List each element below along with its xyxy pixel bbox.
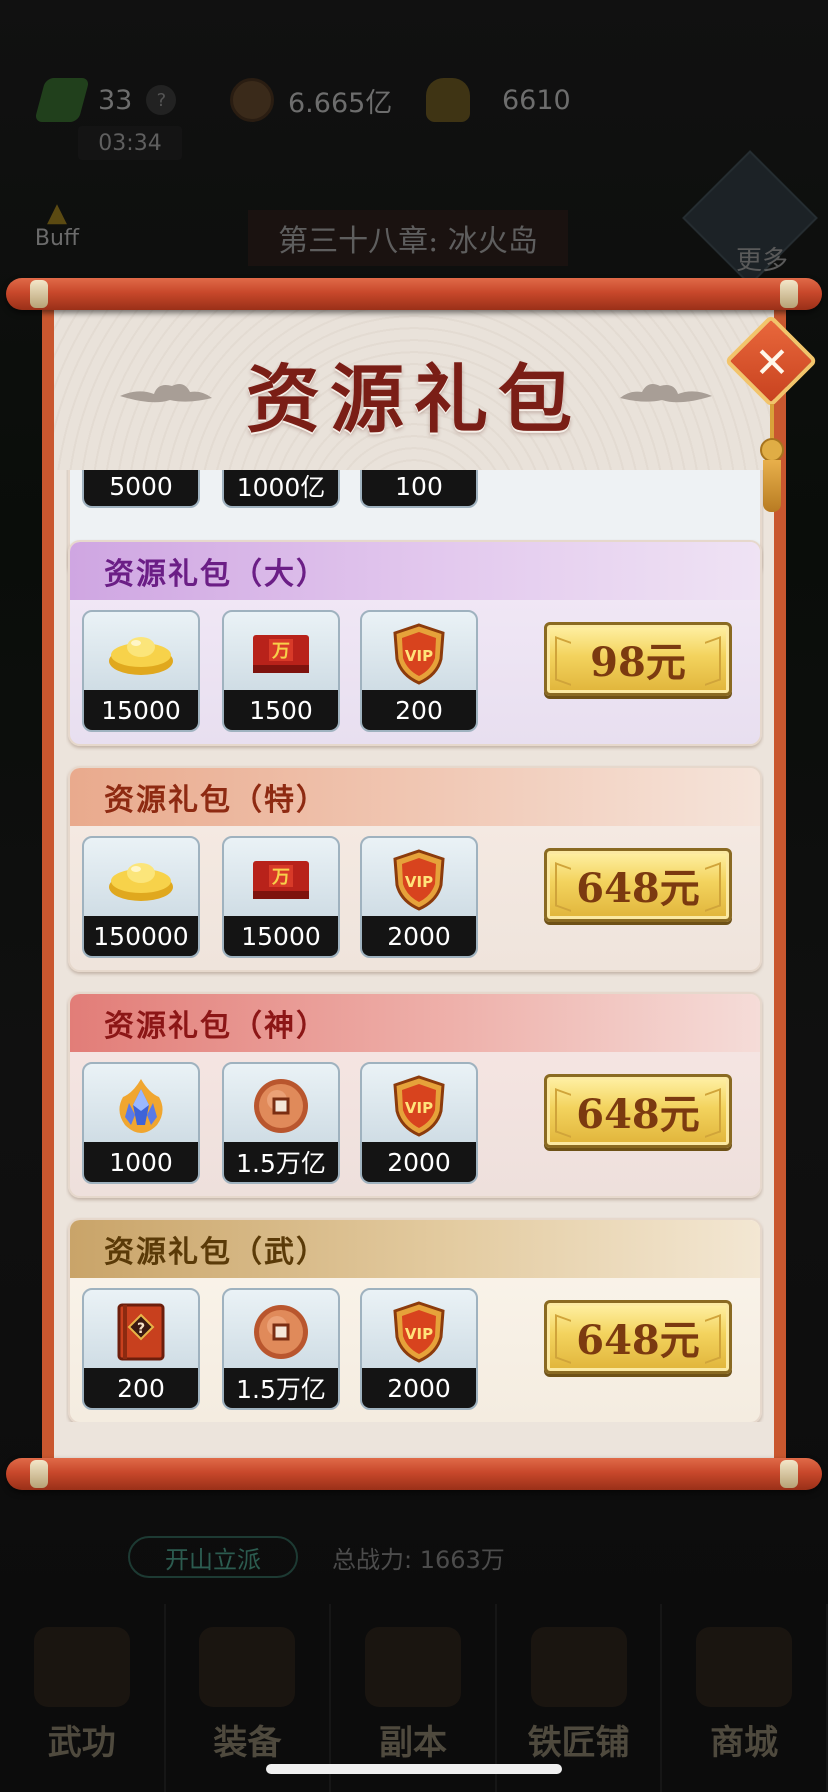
red-token-box-icon: 万 <box>224 616 338 692</box>
reward-slot[interactable]: 1000 <box>82 1062 200 1184</box>
price-label: 648元 <box>576 1317 700 1364</box>
pack-card-large: 资源礼包（大） 15000 万 1500 VIP 200 98元 <box>68 540 762 746</box>
pack-card-martial: 资源礼包（武） ? 200 1.5万亿 VIP 2000 648元 <box>68 1218 762 1422</box>
ingot-value: 6610 <box>502 84 571 116</box>
vip-text: VIP <box>405 873 433 891</box>
sect-button: 开山立派 <box>128 1536 298 1578</box>
nav-martial-arts: 武功 <box>0 1604 166 1792</box>
reward-slot[interactable]: 150000 <box>82 836 200 958</box>
chapter-title: 第三十八章: 冰火岛 <box>248 210 568 266</box>
power-bar: 开山立派 总战力: 1663万 <box>128 1536 505 1578</box>
reward-slot[interactable]: 15000 <box>82 610 200 732</box>
vip-badge-icon: VIP <box>362 842 476 918</box>
more-label: 更多 <box>735 246 788 276</box>
stamina-resource: 33 ? <box>34 78 177 122</box>
token-char: 万 <box>271 641 290 662</box>
help-icon: ? <box>146 85 177 115</box>
vip-badge-icon: VIP <box>362 1068 476 1144</box>
reward-slot[interactable]: VIP 2000 <box>360 1288 478 1410</box>
stamina-value: 33 <box>98 84 133 116</box>
reward-slot[interactable]: ? 200 <box>82 1288 200 1410</box>
reward-slot[interactable]: 100 <box>360 470 478 508</box>
price-label: 648元 <box>576 865 700 912</box>
reward-slot[interactable]: 1000亿 <box>222 470 340 508</box>
buy-button[interactable]: 648元 <box>544 1074 732 1148</box>
tassel-icon <box>763 460 781 512</box>
buy-button[interactable]: 98元 <box>544 622 732 696</box>
reward-count: 100 <box>362 470 476 506</box>
scroll-rod-bottom <box>6 1458 822 1490</box>
reward-count: 15000 <box>224 916 338 956</box>
nav-shop: 商城 <box>662 1604 828 1792</box>
token-char: 万 <box>271 867 290 888</box>
reward-slot[interactable]: 1.5万亿 <box>222 1288 340 1410</box>
reward-count: 1000 <box>84 1142 198 1182</box>
pack-list[interactable]: 5000 1000亿 100 资源礼包（大） 15000 万 1500 VIP … <box>66 470 764 1422</box>
vip-badge-icon: VIP <box>362 616 476 692</box>
reward-slot[interactable]: VIP 2000 <box>360 1062 478 1184</box>
copper-coin-icon <box>224 1068 338 1144</box>
home-indicator[interactable] <box>266 1764 562 1774</box>
reward-count: 200 <box>84 1368 198 1408</box>
crossed-swords-icon <box>364 1627 461 1707</box>
vip-text: VIP <box>405 647 433 665</box>
reward-count: 1.5万亿 <box>224 1368 338 1408</box>
reward-count: 1500 <box>224 690 338 730</box>
reward-count: 5000 <box>84 470 198 506</box>
shop-icon <box>696 1627 793 1707</box>
reward-slot[interactable]: 万 15000 <box>222 836 340 958</box>
reward-slot[interactable]: 1.5万亿 <box>222 1062 340 1184</box>
reward-count: 2000 <box>362 1368 476 1408</box>
total-power: 总战力: 1663万 <box>332 1545 505 1574</box>
tassel-knot <box>760 438 784 462</box>
reward-count: 1.5万亿 <box>224 1142 338 1182</box>
close-x-icon[interactable]: ✕ <box>744 334 800 390</box>
pack-card-divine: 资源礼包（神） 1000 1.5万亿 VIP 2000 648元 <box>68 992 762 1198</box>
pack-name: 资源礼包（大） <box>70 542 760 600</box>
ingot-icon <box>426 78 470 122</box>
crystal-flame-icon <box>84 1068 198 1144</box>
reward-slot[interactable]: 5000 <box>82 470 200 508</box>
vip-text: VIP <box>405 1325 433 1343</box>
coin-icon <box>230 78 274 122</box>
reward-count: 150000 <box>84 916 198 956</box>
reward-count: 1000亿 <box>224 470 338 506</box>
mystery-book-icon: ? <box>84 1294 198 1370</box>
pack-card-special: 资源礼包（特） 150000 万 15000 VIP 2000 648元 <box>68 766 762 972</box>
gold-ingot-icon <box>84 842 198 918</box>
ingot-resource: 6610 <box>426 78 571 122</box>
pack-name: 资源礼包（武） <box>70 1220 760 1278</box>
buff-label: Buff <box>34 226 80 251</box>
reward-slot[interactable]: 万 1500 <box>222 610 340 732</box>
reward-slot[interactable]: VIP 200 <box>360 610 478 732</box>
pack-name: 资源礼包（神） <box>70 994 760 1052</box>
reward-count: 200 <box>362 690 476 730</box>
scroll-icon <box>33 1627 130 1707</box>
anvil-icon <box>530 1627 627 1707</box>
coin-resource: 6.665亿 <box>230 78 392 122</box>
red-token-box-icon: 万 <box>224 842 338 918</box>
reward-slot[interactable]: VIP 2000 <box>360 836 478 958</box>
dialog-title: 资源礼包 <box>246 357 582 443</box>
vip-text: VIP <box>405 1099 433 1117</box>
price-label: 648元 <box>576 1091 700 1138</box>
pack-name: 资源礼包（特） <box>70 768 760 826</box>
reward-count: 15000 <box>84 690 198 730</box>
reward-count: 2000 <box>362 916 476 956</box>
buff-button: ▲ Buff <box>30 200 84 251</box>
gold-ingot-icon <box>84 616 198 692</box>
reward-count: 2000 <box>362 1142 476 1182</box>
coin-value: 6.665亿 <box>288 87 393 119</box>
stamina-icon <box>34 78 90 122</box>
mystery-text: ? <box>137 1321 145 1337</box>
buy-button[interactable]: 648元 <box>544 1300 732 1374</box>
armor-icon <box>199 1627 296 1707</box>
vip-badge-icon: VIP <box>362 1294 476 1370</box>
up-arrow-icon: ▲ <box>47 198 67 228</box>
buy-button[interactable]: 648元 <box>544 848 732 922</box>
copper-coin-icon <box>224 1294 338 1370</box>
stamina-timer: 03:34 <box>78 126 182 160</box>
scroll-rod-top <box>6 278 822 310</box>
price-label: 98元 <box>590 639 686 686</box>
